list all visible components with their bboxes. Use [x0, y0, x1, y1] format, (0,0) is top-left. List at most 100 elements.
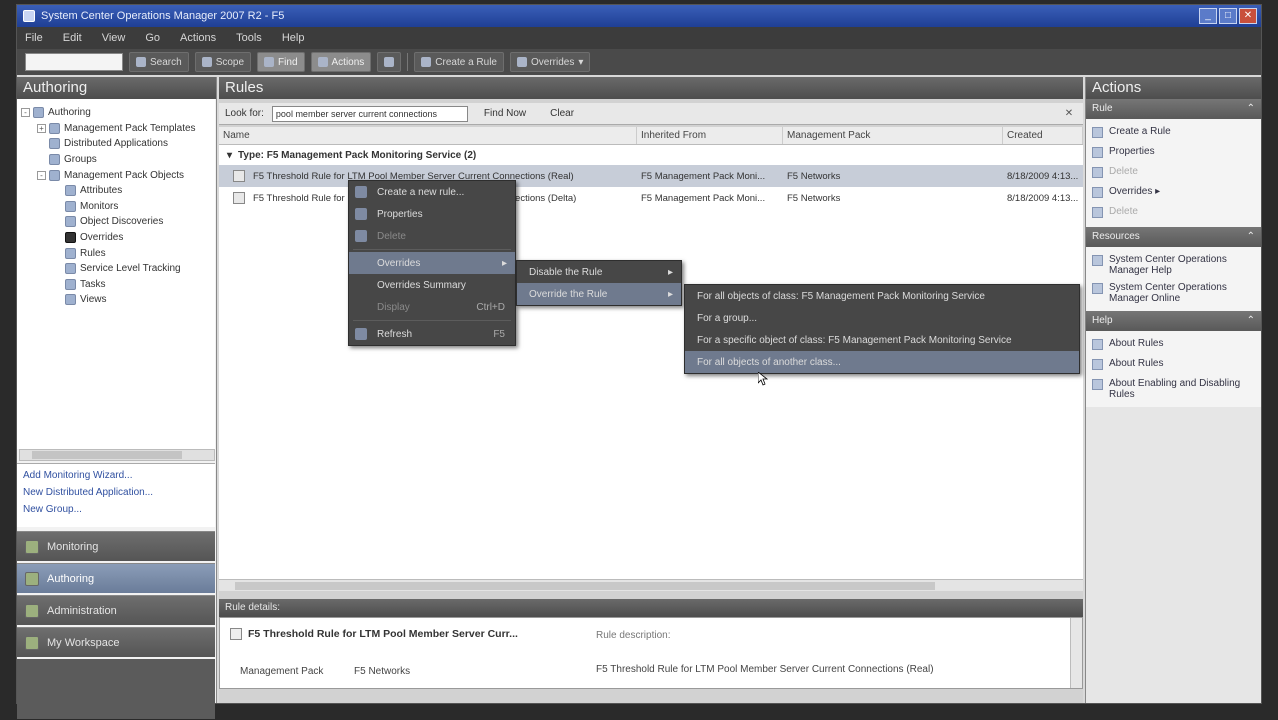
menu-item[interactable]: Overrides Summary: [349, 274, 515, 296]
tree-item[interactable]: Distributed Applications: [21, 136, 211, 152]
menu-item[interactable]: Overrides ▸: [349, 252, 515, 274]
cell-created: 8/18/2009 4:13...: [1007, 192, 1079, 204]
clear-button[interactable]: Clear: [542, 108, 582, 119]
tree-item[interactable]: Views: [21, 292, 211, 308]
menu-item-icon: [355, 328, 367, 340]
menu-item[interactable]: Refresh F5: [349, 323, 515, 345]
group-row[interactable]: ▾ Type: F5 Management Pack Monitoring Ser…: [219, 145, 1083, 165]
menu-item[interactable]: Disable the Rule ▸: [517, 261, 681, 283]
tree-item-label: Rules: [80, 247, 106, 259]
overrides-button[interactable]: Overrides ▾: [510, 52, 591, 72]
action-item[interactable]: About Rules: [1092, 335, 1255, 355]
action-icon: [1092, 167, 1103, 178]
tree-item[interactable]: Service Level Tracking: [21, 261, 211, 277]
column-management-pack[interactable]: Management Pack: [783, 127, 1003, 144]
navigation-pane: Authoring - Authoring + Management Pack Tem…: [17, 77, 217, 719]
actions-toggle-button[interactable]: Actions: [310, 52, 372, 72]
cell-management-pack: F5 Networks: [787, 170, 841, 182]
action-item[interactable]: About Rules: [1092, 355, 1255, 375]
new-group-link[interactable]: New Group...: [23, 504, 209, 521]
wunderbar-my-workspace[interactable]: My Workspace: [17, 627, 215, 657]
folder-icon: [65, 232, 76, 244]
action-item[interactable]: Overrides ▸: [1092, 183, 1255, 203]
action-item[interactable]: About Enabling and Disabling Rules: [1092, 375, 1255, 403]
tree-horizontal-scrollbar[interactable]: [19, 449, 215, 461]
tree-item[interactable]: + Management Pack Templates: [21, 121, 211, 137]
tree-item[interactable]: - Management Pack Objects: [21, 167, 211, 183]
menu-item[interactable]: For all objects of another class...: [685, 351, 1079, 373]
add-monitoring-wizard-link[interactable]: Add Monitoring Wizard...: [23, 470, 209, 487]
actions-section-header[interactable]: Rule ⌃: [1086, 99, 1261, 119]
actions-section-header[interactable]: Help ⌃: [1086, 311, 1261, 331]
action-item[interactable]: System Center Operations Manager Help: [1092, 251, 1255, 279]
menu-item[interactable]: For a group...: [685, 307, 1079, 329]
wunderbar-authoring[interactable]: Authoring: [17, 563, 215, 593]
close-button[interactable]: ✕: [1239, 8, 1257, 24]
wunderbar-monitoring[interactable]: Monitoring: [17, 531, 215, 561]
tree-item[interactable]: Overrides: [21, 230, 211, 246]
wunderbar-administration[interactable]: Administration: [17, 595, 215, 625]
menu-go[interactable]: Go: [145, 32, 160, 44]
details-vertical-scrollbar[interactable]: [1070, 618, 1082, 688]
tree-item[interactable]: Tasks: [21, 277, 211, 293]
action-item[interactable]: Create a Rule: [1092, 123, 1255, 143]
tree-item[interactable]: Monitors: [21, 199, 211, 215]
maximize-button[interactable]: □: [1219, 8, 1237, 24]
menu-item[interactable]: For a specific object of class: F5 Manag…: [685, 329, 1079, 351]
actions-section-body: About Rules About Rules About Enabling and…: [1086, 331, 1261, 407]
action-item[interactable]: System Center Operations Manager Online: [1092, 279, 1255, 307]
find-now-button[interactable]: Find Now: [476, 108, 534, 119]
menu-item[interactable]: Override the Rule ▸: [517, 283, 681, 305]
create-rule-button[interactable]: Create a Rule: [414, 52, 504, 72]
find-button[interactable]: Find: [257, 52, 305, 72]
overrides-icon: [517, 57, 527, 67]
column-name[interactable]: Name: [219, 127, 637, 144]
expand-icon[interactable]: +: [37, 123, 46, 133]
details-title: F5 Threshold Rule for LTM Pool Member Se…: [230, 628, 518, 640]
menu-item[interactable]: Create a new rule...: [349, 181, 515, 203]
menu-item[interactable]: Properties: [349, 203, 515, 225]
menu-actions[interactable]: Actions: [180, 32, 216, 44]
column-inherited-from[interactable]: Inherited From: [637, 127, 783, 144]
collapse-icon[interactable]: -: [21, 108, 30, 118]
help-button[interactable]: [377, 52, 402, 72]
rule-icon: [233, 170, 245, 182]
scroll-thumb[interactable]: [32, 451, 182, 459]
collapse-icon[interactable]: ▾: [227, 150, 232, 161]
scroll-thumb[interactable]: [235, 582, 935, 590]
menu-tools[interactable]: Tools: [236, 32, 262, 44]
tree-item[interactable]: Object Discoveries: [21, 214, 211, 230]
scope-button[interactable]: Scope: [194, 52, 252, 72]
workspace-icon: [25, 635, 39, 650]
folder-icon: [49, 169, 60, 181]
grid-horizontal-scrollbar[interactable]: [219, 579, 1083, 591]
look-for-input[interactable]: [271, 105, 468, 122]
action-item[interactable]: Properties: [1092, 143, 1255, 163]
menu-edit[interactable]: Edit: [63, 32, 82, 44]
action-icon: [1092, 187, 1103, 198]
tree-item[interactable]: Groups: [21, 152, 211, 168]
search-button[interactable]: Search: [129, 52, 189, 72]
menu-file[interactable]: File: [25, 32, 43, 44]
collapse-section-icon[interactable]: ⌃: [1247, 311, 1255, 331]
menu-view[interactable]: View: [102, 32, 126, 44]
actions-section-header[interactable]: Resources ⌃: [1086, 227, 1261, 247]
collapse-icon[interactable]: -: [37, 170, 46, 180]
close-find-icon[interactable]: ✕: [1063, 108, 1075, 120]
window-title: System Center Operations Manager 2007 R2…: [41, 10, 285, 22]
minimize-button[interactable]: _: [1199, 8, 1217, 24]
tree-item[interactable]: - Authoring: [21, 105, 211, 121]
menu-help[interactable]: Help: [282, 32, 305, 44]
column-created[interactable]: Created: [1003, 127, 1083, 144]
tree-item[interactable]: Rules: [21, 245, 211, 261]
collapse-section-icon[interactable]: ⌃: [1247, 99, 1255, 119]
tree-item[interactable]: Attributes: [21, 183, 211, 199]
new-distributed-application-link[interactable]: New Distributed Application...: [23, 487, 209, 504]
folder-icon: [49, 138, 60, 150]
collapse-section-icon[interactable]: ⌃: [1247, 227, 1255, 247]
task-links: Add Monitoring Wizard... New Distributed…: [17, 463, 215, 527]
search-input[interactable]: [25, 53, 123, 71]
menu-item[interactable]: For all objects of class: F5 Management …: [685, 285, 1079, 307]
